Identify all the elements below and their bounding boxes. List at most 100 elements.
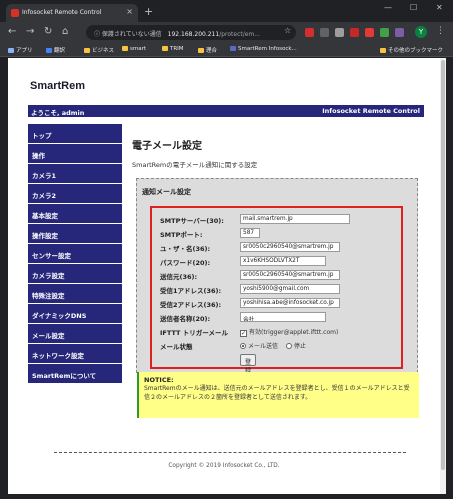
ifttt-option[interactable]: ✓ 有効(trigger@applet.ifttt.com) [240, 327, 338, 337]
ifttt-label: IFTTT トリガーメール [160, 329, 228, 337]
sidebar-item-network-settings[interactable]: ネットワーク設定 [28, 344, 122, 364]
mail-status-label: メール状態 [160, 343, 193, 351]
sidebar-item-camera-settings[interactable]: カメラ設定 [28, 264, 122, 284]
page-icon [230, 46, 236, 51]
url-host: 192.168.200.211 [167, 31, 220, 38]
url-path: /protect/em... [219, 31, 260, 38]
new-tab-icon[interactable]: + [144, 5, 153, 18]
favicon-icon [11, 9, 19, 17]
brand-text: Infosocket Remote Control [322, 107, 420, 115]
extension-green-icon[interactable] [380, 28, 389, 37]
folder-icon [198, 48, 204, 53]
back-icon[interactable]: ← [8, 26, 16, 37]
sidebar-item-mail-settings[interactable]: メール設定 [28, 324, 122, 344]
bookmark-smartrem[interactable]: SmartRem Infosock... [230, 46, 297, 52]
folder-icon [380, 48, 386, 53]
sidebar-item-operation-settings[interactable]: 操作設定 [28, 224, 122, 244]
bookmark-smart[interactable]: smart [122, 46, 146, 52]
sidebar-item-basic-settings[interactable]: 基本設定 [28, 204, 122, 224]
not-secure-label: ⓘ 保護されていない通信 [94, 31, 162, 38]
sidebar-item-special-settings[interactable]: 特殊注設定 [28, 284, 122, 304]
maximize-icon[interactable]: ☐ [410, 3, 417, 12]
mail-stop-radio[interactable] [285, 343, 292, 349]
browser-tab[interactable]: Infosocket Remote Control × [6, 4, 138, 22]
page-content: SmartRem ようこそ, admin Infosocket Remote C… [8, 58, 440, 494]
page-title: 電子メール設定 [132, 141, 202, 152]
smtp-server-input[interactable]: mail.smartrem.jp [240, 214, 350, 224]
recipient1-input[interactable]: yoshi5900@gmail.com [240, 284, 340, 294]
sidebar-item-dynamic-dns[interactable]: ダイナミックDNS [28, 304, 122, 324]
footer-divider [54, 452, 406, 453]
mail-send-radio[interactable] [240, 343, 246, 349]
page-scrollbar[interactable] [440, 58, 446, 494]
bookmark-trim[interactable]: TRIM [162, 46, 184, 52]
password-label: パスワード(20): [160, 259, 211, 267]
mail-send-option-label: メール送信 [248, 343, 279, 350]
notice-body: SmartRemのメール通知は、送信元のメールアドレスを登録者とし、受信１のメー… [144, 385, 410, 401]
tab-title: Infosocket Remote Control [22, 9, 102, 16]
password-input[interactable]: x1v6KHSODLVTX2T [240, 256, 326, 266]
save-button[interactable]: 登録 [240, 354, 257, 375]
extension-download-icon[interactable] [320, 28, 329, 37]
minimize-icon[interactable]: — [384, 3, 392, 12]
smtp-port-label: SMTPポート: [160, 231, 203, 239]
copyright-text: Copyright © 2019 Infosocket Co., LTD. [168, 463, 280, 469]
highlight-box: SMTPサーバー(30): mail.smartrem.jp SMTPポート: … [150, 206, 403, 375]
translate-icon [46, 48, 52, 53]
panel-title: 通知メール設定 [142, 188, 191, 196]
profile-avatar[interactable]: Y [415, 26, 427, 38]
apps-grid-icon [8, 48, 14, 53]
folder-icon [122, 46, 128, 51]
ifttt-option-label: 有効(trigger@applet.ifttt.com) [249, 329, 339, 336]
sidebar-item-sensor-settings[interactable]: センサー設定 [28, 244, 122, 264]
sidebar-item-about[interactable]: SmartRemについて [28, 364, 122, 384]
notice-box: NOTICE: SmartRemのメール通知は、送信元のメールアドレスを登録者と… [137, 372, 419, 418]
signature-label: 送信者名称(20): [160, 315, 211, 323]
menu-kebab-icon[interactable]: ⋮ [436, 26, 445, 36]
extension-opera-icon[interactable] [305, 28, 314, 37]
mail-status-options: メール送信 停止 [240, 341, 306, 350]
extension-pin-icon[interactable] [365, 28, 374, 37]
sidebar-nav: トップ 操作 カメラ1 カメラ2 基本設定 操作設定 センサー設定 カメラ設定 … [28, 124, 122, 384]
close-tab-icon[interactable]: × [126, 7, 133, 16]
folder-icon [162, 46, 168, 51]
address-bar: ← → ↻ ⌂ ⓘ 保護されていない通信 192.168.200.211/pro… [0, 22, 453, 43]
scrollbar-thumb[interactable] [441, 60, 445, 470]
bookmark-translate[interactable]: 翻訳 [46, 46, 65, 54]
bookmark-other[interactable]: その他のブックマーク [380, 46, 443, 54]
recipient2-input[interactable]: yoshihisa.abe@infosocket.co.jp [240, 298, 340, 308]
bookmark-apps[interactable]: アプリ [8, 46, 33, 54]
folder-icon [84, 48, 90, 53]
smtp-server-label: SMTPサーバー(30): [160, 217, 224, 225]
reload-icon[interactable]: ↻ [44, 26, 52, 37]
bookmark-riai[interactable]: 理合 [198, 46, 217, 54]
sender-input[interactable]: sr0050c2960540@smartrem.jp [240, 270, 340, 280]
extension-pdf-icon[interactable] [350, 28, 359, 37]
sidebar-item-camera1[interactable]: カメラ1 [28, 164, 122, 184]
home-icon[interactable]: ⌂ [62, 26, 68, 37]
extensions-puzzle-icon[interactable] [395, 28, 404, 37]
ifttt-checkbox[interactable]: ✓ [240, 330, 247, 337]
extension-box-icon[interactable] [335, 28, 344, 37]
sidebar-item-camera2[interactable]: カメラ2 [28, 184, 122, 204]
mail-settings-panel: 通知メール設定 SMTPサーバー(30): mail.smartrem.jp S… [136, 178, 418, 375]
bookmark-business[interactable]: ビジネス [84, 46, 114, 54]
notice-title: NOTICE: [144, 376, 174, 384]
bookmarks-bar: アプリ 翻訳 ビジネス smart TRIM 理合 SmartRem Infos… [0, 43, 453, 57]
sidebar-item-top[interactable]: トップ [28, 124, 122, 144]
page-description: SmartRemの電子メール通知に関する設定 [132, 161, 258, 169]
mail-stop-option-label: 停止 [293, 343, 306, 350]
bookmark-star-icon[interactable]: ☆ [284, 26, 291, 35]
browser-tab-bar: Infosocket Remote Control × + — ☐ ✕ [0, 0, 453, 22]
welcome-bar: ようこそ, admin Infosocket Remote Control [28, 105, 424, 117]
sidebar-item-operation[interactable]: 操作 [28, 144, 122, 164]
smtp-port-input[interactable]: 587 [240, 228, 260, 238]
recipient1-label: 受信1アドレス(36): [160, 287, 222, 295]
url-input[interactable]: ⓘ 保護されていない通信 192.168.200.211/protect/em.… [86, 25, 296, 40]
app-logo: SmartRem [30, 80, 86, 92]
sender-label: 送信元(36): [160, 273, 198, 281]
user-input[interactable]: sr0050c2960540@smartrem.jp [240, 242, 340, 252]
window-close-icon[interactable]: ✕ [436, 3, 443, 12]
forward-icon[interactable]: → [26, 26, 34, 37]
signature-input[interactable]: 会社 [240, 312, 326, 322]
